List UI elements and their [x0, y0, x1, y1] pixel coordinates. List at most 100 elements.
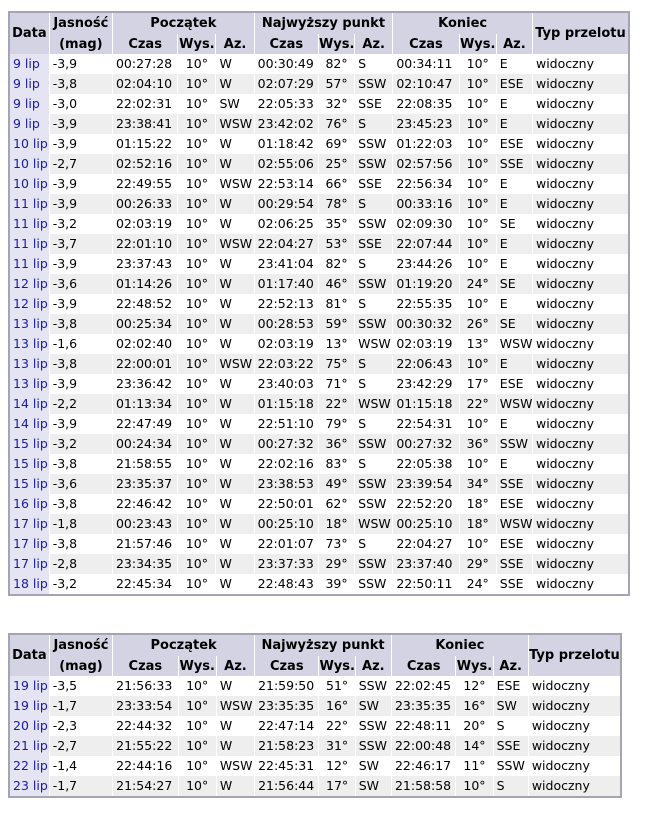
end-time-cell: 23:39:54: [392, 474, 460, 494]
end-alt-cell: 29°: [459, 554, 497, 574]
brightness-cell: -3,9: [49, 414, 113, 434]
brightness-cell: -3,7: [49, 234, 113, 254]
header-start-az: Az.: [215, 34, 255, 54]
peak-alt-cell: 82°: [318, 54, 356, 74]
date-link[interactable]: 19 lip: [13, 698, 48, 713]
end-az-cell: SSE: [496, 574, 533, 595]
start-alt-cell: 10°: [177, 454, 217, 474]
date-link[interactable]: 11 lip: [13, 236, 48, 251]
header-peak: Najwyższy punkt: [254, 634, 392, 656]
header-end-az: Az.: [496, 34, 533, 54]
brightness-cell: -3,6: [49, 274, 113, 294]
end-az-cell: SE: [496, 314, 533, 334]
date-cell: 11 lip: [9, 234, 50, 254]
peak-time-cell: 00:28:53: [254, 314, 319, 334]
date-link[interactable]: 11 lip: [13, 256, 48, 271]
peak-az-cell: S: [354, 414, 394, 434]
start-az-cell: W: [216, 676, 256, 696]
date-link[interactable]: 14 lip: [13, 416, 48, 431]
peak-alt-cell: 75°: [318, 354, 356, 374]
header-pass-type: Typ przelotu: [532, 12, 630, 54]
start-az-cell: W: [215, 274, 255, 294]
date-link[interactable]: 15 lip: [13, 456, 48, 471]
end-time-cell: 22:05:38: [392, 454, 460, 474]
header-start-time: Czas: [112, 656, 179, 676]
start-time-cell: 23:34:35: [112, 554, 179, 574]
end-time-cell: 00:34:11: [392, 54, 460, 74]
date-link[interactable]: 19 lip: [13, 678, 48, 693]
date-link[interactable]: 12 lip: [13, 296, 48, 311]
table-row: 12 lip -3,9 22:48:52 10° W 22:52:13 81° S 22:55:…: [9, 294, 630, 314]
peak-time-cell: 22:04:27: [254, 234, 319, 254]
end-az-cell: ESE: [496, 134, 533, 154]
table-row: 17 lip -1,8 00:23:43 10° W 00:25:10 18° WSW 00:2…: [9, 514, 630, 534]
brightness-cell: -3,8: [49, 534, 113, 554]
brightness-cell: -3,2: [49, 574, 113, 595]
peak-alt-cell: 51°: [318, 676, 356, 696]
date-link[interactable]: 15 lip: [13, 436, 48, 451]
date-link[interactable]: 13 lip: [13, 316, 48, 331]
date-link[interactable]: 14 lip: [13, 396, 48, 411]
date-cell: 21 lip: [9, 736, 50, 756]
date-cell: 9 lip: [9, 94, 50, 114]
date-link[interactable]: 9 lip: [13, 96, 40, 111]
start-alt-cell: 10°: [177, 94, 217, 114]
end-az-cell: E: [496, 174, 533, 194]
date-link[interactable]: 11 lip: [13, 196, 48, 211]
date-link[interactable]: 13 lip: [13, 376, 48, 391]
date-link[interactable]: 13 lip: [13, 336, 48, 351]
peak-alt-cell: 78°: [318, 194, 356, 214]
start-time-cell: 02:52:16: [112, 154, 179, 174]
peak-time-cell: 22:53:14: [254, 174, 319, 194]
date-link[interactable]: 13 lip: [13, 356, 48, 371]
start-az-cell: W: [216, 776, 256, 797]
start-alt-cell: 10°: [177, 294, 217, 314]
date-link[interactable]: 20 lip: [13, 718, 48, 733]
start-az-cell: WSW: [215, 234, 255, 254]
date-link[interactable]: 17 lip: [13, 556, 48, 571]
date-link[interactable]: 17 lip: [13, 516, 48, 531]
date-link[interactable]: 16 lip: [13, 496, 48, 511]
date-link[interactable]: 11 lip: [13, 216, 48, 231]
date-link[interactable]: 10 lip: [13, 156, 48, 171]
date-cell: 17 lip: [9, 554, 50, 574]
date-link[interactable]: 22 lip: [13, 758, 48, 773]
date-link[interactable]: 12 lip: [13, 276, 48, 291]
date-link[interactable]: 9 lip: [13, 76, 40, 91]
end-az-cell: E: [496, 294, 533, 314]
date-link[interactable]: 23 lip: [13, 778, 48, 793]
date-link[interactable]: 9 lip: [13, 116, 40, 131]
end-time-cell: 22:07:44: [392, 234, 460, 254]
peak-alt-cell: 32°: [318, 94, 356, 114]
date-link[interactable]: 9 lip: [13, 56, 40, 71]
date-cell: 12 lip: [9, 274, 50, 294]
end-time-cell: 22:06:43: [392, 354, 460, 374]
peak-az-cell: S: [354, 534, 394, 554]
date-link[interactable]: 10 lip: [13, 176, 48, 191]
header-start-alt: Wys.: [177, 34, 217, 54]
date-link[interactable]: 15 lip: [13, 476, 48, 491]
date-link[interactable]: 17 lip: [13, 536, 48, 551]
table-row: 14 lip -2,2 01:13:34 10° W 01:15:18 22° WSW 01:1…: [9, 394, 630, 414]
date-link[interactable]: 21 lip: [13, 738, 48, 753]
brightness-cell: -2,2: [49, 394, 113, 414]
header-start-alt: Wys.: [178, 656, 217, 676]
date-link[interactable]: 10 lip: [13, 136, 48, 151]
table-row: 10 lip -3,9 22:49:55 10° WSW 22:53:14 66° SSE 22…: [9, 174, 630, 194]
brightness-cell: -2,7: [49, 736, 114, 756]
end-alt-cell: 10°: [459, 174, 497, 194]
date-link[interactable]: 18 lip: [13, 576, 48, 591]
end-az-cell: E: [496, 94, 533, 114]
peak-time-cell: 22:47:14: [254, 716, 320, 736]
start-az-cell: W: [215, 194, 255, 214]
start-alt-cell: 10°: [177, 414, 217, 434]
pass-type-cell: widoczny: [532, 274, 630, 294]
pass-type-cell: widoczny: [528, 676, 622, 696]
end-az-cell: SSE: [493, 736, 529, 756]
pass-type-cell: widoczny: [532, 74, 630, 94]
peak-az-cell: SSW: [354, 554, 394, 574]
brightness-cell: -3,9: [49, 194, 113, 214]
start-az-cell: W: [215, 74, 255, 94]
end-time-cell: 23:35:35: [391, 696, 457, 716]
table-row: 11 lip -3,7 22:01:10 10° WSW 22:04:27 53° SSE 22…: [9, 234, 630, 254]
